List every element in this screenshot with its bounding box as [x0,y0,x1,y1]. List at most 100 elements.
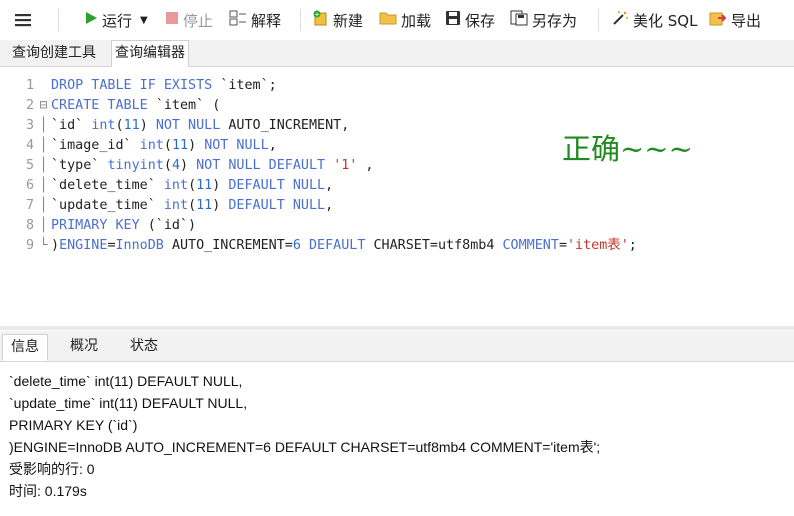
code-token: ( [163,158,172,173]
save-label: 保存 [465,11,496,30]
line-number: 7 [25,198,34,213]
code-token: 'item表' [567,238,629,253]
code-line[interactable]: 7 │ `update_time` int(11) DEFAULT NULL, [0,196,333,216]
new-button[interactable]: + 新建 [313,9,363,31]
fold-guide [36,76,51,96]
tab-message[interactable]: 信息 [2,334,48,361]
code-token: CREATE TABLE [51,98,156,113]
line-number: 6 [25,178,34,193]
tab-status[interactable]: 状态 [122,334,166,359]
code-line[interactable]: 3 │ `id` int(11) NOT NULL AUTO_INCREMENT, [0,116,349,136]
code-token: DEFAULT [309,238,374,253]
save-as-label: 另存为 [532,11,578,30]
code-token: = [558,238,567,253]
stop-icon [165,11,179,29]
beautify-sql-button[interactable]: 美化 SQL [611,9,697,31]
folder-icon [379,11,397,29]
output-line: `delete_time` int(11) DEFAULT NULL, [9,373,243,389]
code-token: 6 [292,238,301,253]
code-token: DROP TABLE IF EXISTS [51,78,221,93]
code-token: `type` [51,158,108,173]
line-number: 1 [25,78,34,93]
beautify-sql-label: 美化 SQL [633,11,698,30]
code-token: PRIMARY KEY [51,218,148,233]
fold-guide: │ [39,218,48,233]
code-token: `item`; [220,78,277,93]
code-token: 11 [171,138,189,153]
fold-guide: │ [39,198,48,213]
code-line[interactable]: 1 DROP TABLE IF EXISTS `item`; [0,76,277,96]
save-as-button[interactable]: 另存为 [510,9,577,31]
code-line[interactable]: 5 │ `type` tinyint(4) NOT NULL DEFAULT '1'… [0,156,374,176]
code-token: ENGINE [59,238,108,253]
line-number: 3 [25,118,34,133]
code-token: '1' [333,158,358,173]
tab-query-editor[interactable]: 查询编辑器 [111,40,189,67]
code-token: `delete_time` [51,178,164,193]
code-token: DEFAULT NULL [228,178,326,193]
tab-query-builder[interactable]: 查询创建工具 [9,42,99,65]
code-token: int [163,198,189,213]
code-token: int [91,118,116,133]
code-token: ) [51,238,60,253]
run-button[interactable]: 运行 ▼ [84,9,148,31]
code-token: COMMENT [502,238,559,253]
elapsed-time: 时间: 0.179s [9,483,87,499]
code-token: , [325,198,334,213]
menu-icon[interactable] [14,9,32,31]
code-token: `update_time` [51,198,164,213]
save-icon [445,10,461,30]
code-token: = [107,238,116,253]
code-token: 11 [196,178,213,193]
export-icon [709,10,727,30]
result-tab-bar: 信息 概况 状态 [0,331,794,362]
toolbar-divider [300,9,301,31]
explain-button[interactable]: 解释 [229,9,281,31]
code-line[interactable]: 9 └)ENGINE=InnoDB AUTO_INCREMENT=6 DEFAUL… [0,236,637,256]
code-token: InnoDB [115,238,172,253]
sql-editor[interactable]: 1 DROP TABLE IF EXISTS `item`; 2 ⊟ CREATE T… [0,67,794,325]
code-token: `item` ( [155,98,221,113]
code-token: ) [212,198,229,213]
load-button[interactable]: 加载 [379,9,431,31]
message-output: `delete_time` int(11) DEFAULT NULL, `upd… [9,370,600,502]
line-number: 9 [25,238,34,253]
code-token: ) [139,118,156,133]
code-line[interactable]: 4 │ `image_id` int(11) NOT NULL, [0,136,277,156]
code-token: (`id`) [147,218,197,233]
chevron-down-icon[interactable]: ▼ [140,15,148,26]
code-token: , [357,158,374,173]
toolbar-divider [58,9,59,31]
fold-toggle-icon[interactable]: ⊟ [36,96,51,116]
magic-wand-icon [611,10,629,30]
code-line[interactable]: 6 │ `delete_time` int(11) DEFAULT NULL, [0,176,333,196]
fold-guide: │ [39,158,48,173]
code-token: int [163,178,189,193]
new-label: 新建 [333,11,364,30]
code-token: , [325,178,334,193]
line-number: 8 [25,218,34,233]
save-button[interactable]: 保存 [445,9,495,31]
code-token: ; [628,238,637,253]
code-token: ) [180,158,197,173]
code-token: DEFAULT NULL [228,198,326,213]
fold-guide: │ [39,138,48,153]
code-line[interactable]: 8 │ PRIMARY KEY (`id`) [0,216,196,236]
code-token: ( [163,138,172,153]
export-button[interactable]: 导出 [709,9,761,31]
code-token: AUTO_INCREMENT= [171,238,293,253]
panel-splitter[interactable] [0,326,794,330]
fold-guide: │ [39,178,48,193]
fold-guide: │ [39,118,48,133]
tab-summary[interactable]: 概况 [62,334,106,359]
output-line: )ENGINE=InnoDB AUTO_INCREMENT=6 DEFAULT … [9,439,601,455]
code-token: ( [188,178,197,193]
stop-label: 停止 [183,11,214,30]
code-line[interactable]: 2 ⊟ CREATE TABLE `item` ( [0,96,220,116]
play-icon [84,11,98,29]
svg-text:+: + [314,11,320,19]
stop-button[interactable]: 停止 [165,9,213,31]
code-token: CHARSET=utf8mb4 [373,238,503,253]
line-number: 5 [25,158,34,173]
